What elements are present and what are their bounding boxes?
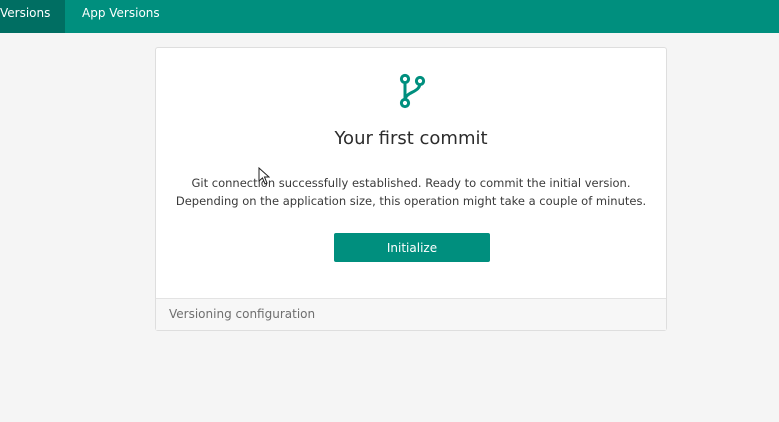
first-commit-card: Your first commit Git connection success… bbox=[155, 47, 667, 331]
versioning-configuration-link[interactable]: Versioning configuration bbox=[156, 298, 666, 330]
tab-versions[interactable]: Versions bbox=[0, 0, 65, 33]
card-title: Your first commit bbox=[334, 128, 488, 149]
initialize-button[interactable]: Initialize bbox=[334, 233, 490, 262]
tab-app-versions[interactable]: App Versions bbox=[82, 0, 160, 33]
git-branch-icon bbox=[399, 73, 426, 109]
card-description: Git connection successfully established.… bbox=[175, 176, 647, 208]
mouse-pointer-icon bbox=[258, 167, 270, 185]
top-navigation-bar: Versions App Versions bbox=[0, 0, 779, 33]
